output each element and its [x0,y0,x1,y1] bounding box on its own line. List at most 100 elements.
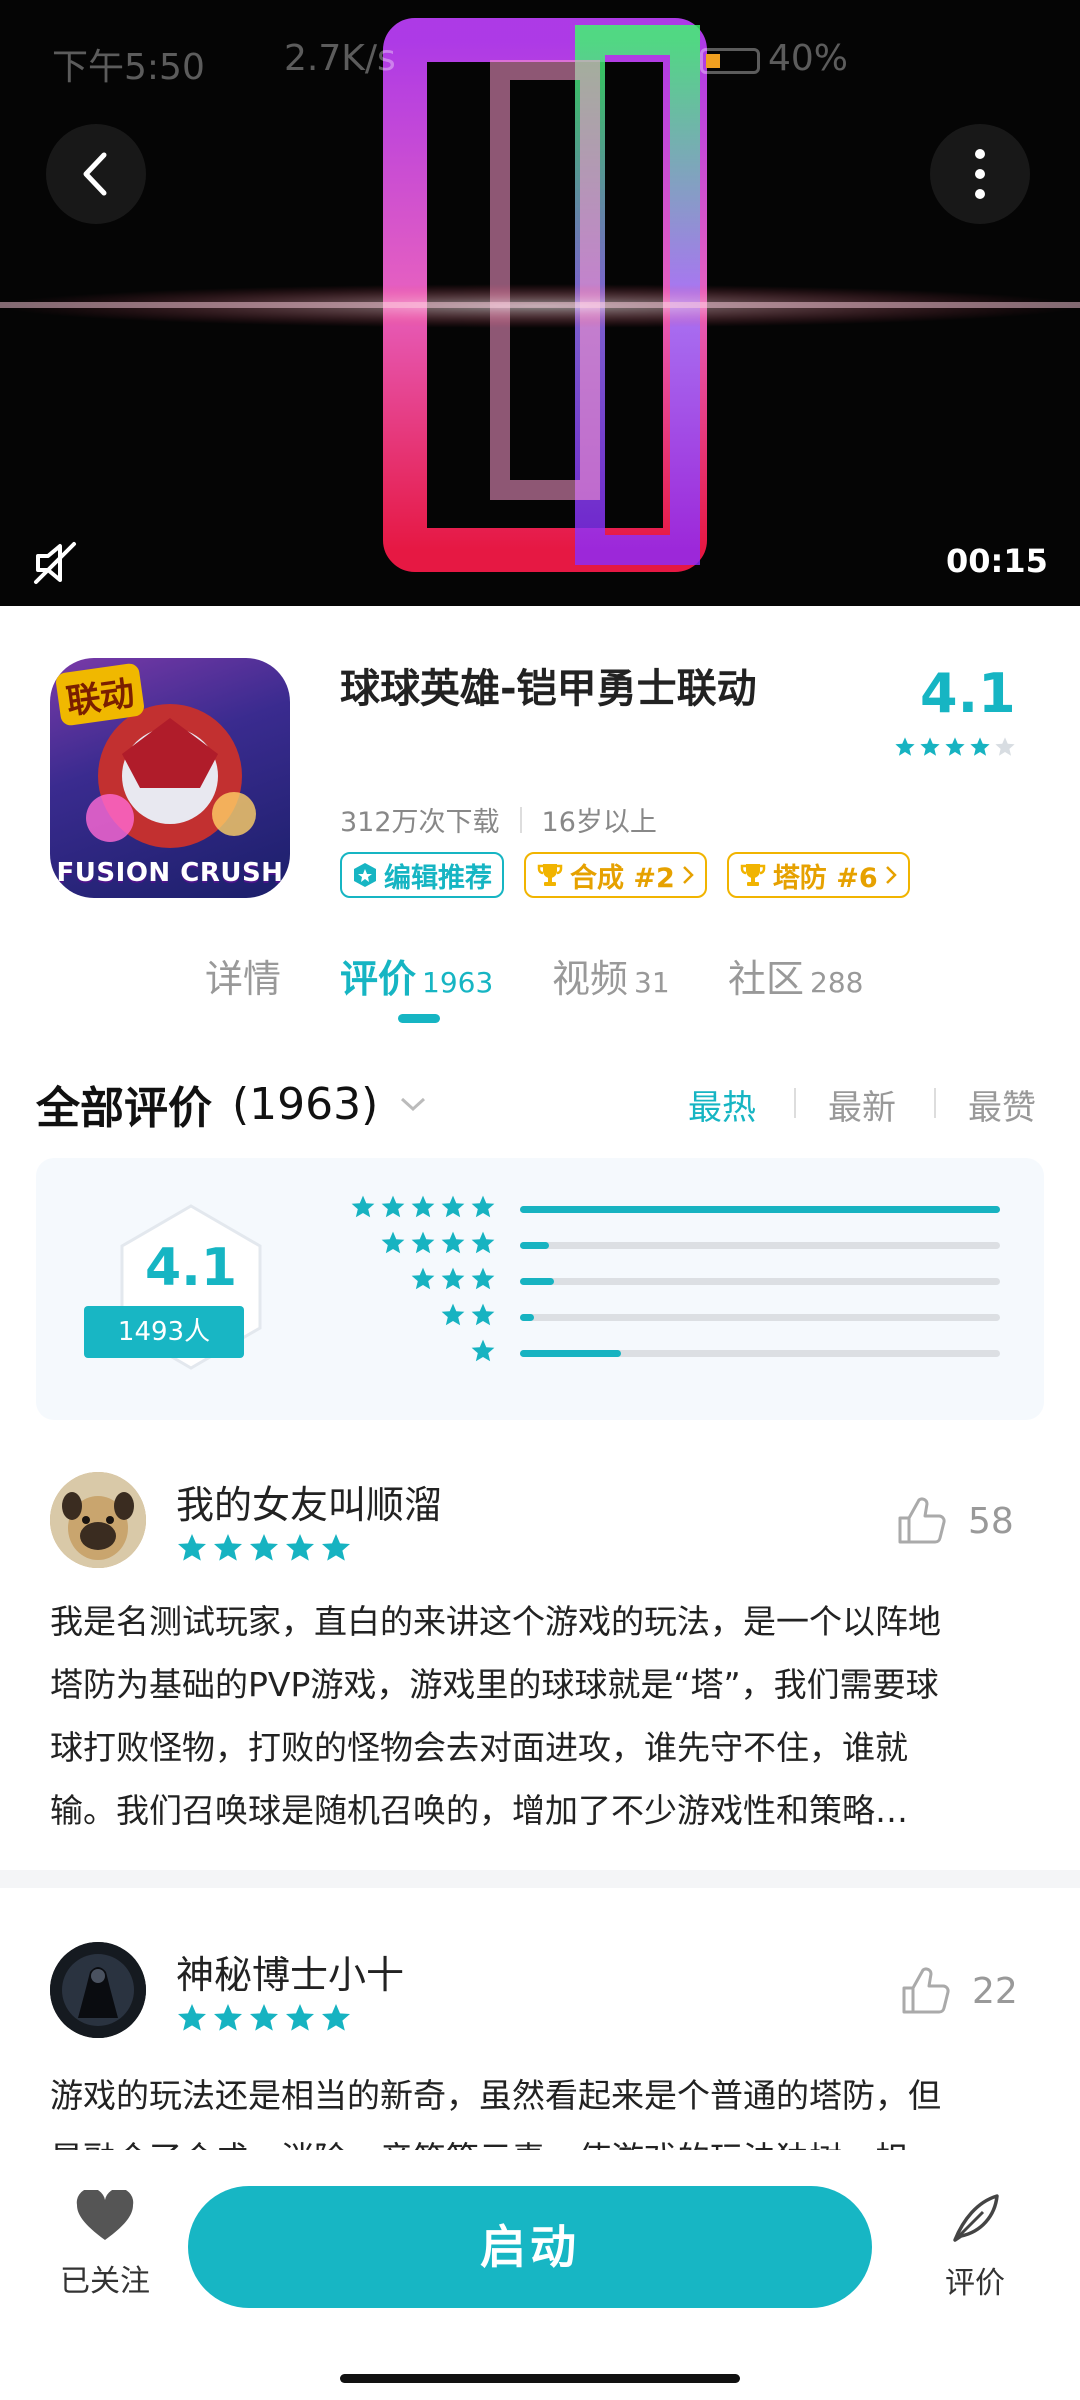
like-button[interactable]: 22 [898,1964,1018,2018]
follow-label: 已关注 [60,2264,150,2299]
tab-community[interactable]: 社区 288 [728,948,863,1003]
distribution-track [520,1242,1000,1249]
back-button[interactable] [46,124,146,224]
status-time: 下午5:50 [52,47,205,88]
star-icon [178,2004,206,2031]
review-username[interactable]: 神秘博士小十 [176,1944,404,1999]
distribution-row [36,1338,1044,1368]
distribution-track [520,1350,1000,1357]
status-battery: 40% [768,38,849,79]
tag-label: 合成 #2 [570,862,675,894]
tag-label: 编辑推荐 [384,862,492,894]
star-icon [214,2004,242,2031]
star-icon [441,1267,465,1290]
download-count: 312万次下载 [340,807,500,838]
star-icon [322,1534,350,1561]
sort-divider [794,1088,796,1118]
app-meta: 312万次下载 16岁以上 [340,800,657,839]
review-line: 塔防为基础的PVP游戏，游戏里的球球就是“塔”，我们需要球 [50,1665,939,1704]
bottom-action-bar: 已关注 启动 评价 [0,2150,1080,2400]
rate-label: 评价 [945,2266,1005,2301]
rating-summary: 4.1 1493人 [36,1158,1044,1420]
app-title: 球球英雄-铠甲勇士联动 [340,666,757,712]
mute-button[interactable] [28,536,82,590]
thumbs-up-icon [898,1497,946,1544]
tag-rank-merge[interactable]: 合成 #2 [524,852,707,898]
sort-hottest[interactable]: 最热 [688,1080,756,1129]
more-vertical-icon [975,149,985,199]
like-button[interactable]: 58 [894,1494,1014,1548]
star-icon [381,1195,405,1218]
star-icon [411,1231,435,1254]
trophy-icon [740,864,766,886]
video-player[interactable]: 下午5:50 2.7K/s 40% 00:15 [0,0,1080,606]
home-indicator[interactable] [340,2374,740,2383]
review-line: 我是名测试玩家，直白的来讲这个游戏的玩法，是一个以阵地 [50,1602,941,1641]
distribution-stars [380,1230,496,1256]
distribution-stars [410,1266,496,1292]
star-icon [471,1339,495,1362]
review-username[interactable]: 我的女友叫顺溜 [176,1474,442,1529]
star-icon [178,1534,206,1561]
review-line: 输。我们召唤球是随机召唤的，增加了不少游戏性和策略… [50,1791,908,1830]
battery-icon [700,48,760,74]
star-icon [286,1534,314,1561]
editor-badge-icon [354,863,376,887]
avatar[interactable] [50,1942,146,2038]
star-icon [322,2004,350,2031]
sort-most-liked[interactable]: 最赞 [968,1080,1036,1129]
distribution-track [520,1206,1000,1213]
tab-label: 社区 [728,957,805,1001]
star-icon [471,1303,495,1326]
chevron-right-icon [682,866,694,884]
star-icon [351,1195,375,1218]
star-icon [471,1267,495,1290]
tab-count: 288 [810,966,864,999]
reviews-filter-dropdown[interactable]: 全部评价 (1963) [36,1072,428,1136]
review-line: 游戏的玩法还是相当的新奇，虽然看起来是个普通的塔防，但 [50,2076,941,2115]
feather-pen-icon [953,2194,999,2242]
status-bar: 下午5:50 2.7K/s 40% [0,38,1080,88]
app-tags: 编辑推荐 合成 #2 塔防 #6 [340,852,910,898]
star-icon [471,1231,495,1254]
review-text[interactable]: 我是名测试玩家，直白的来讲这个游戏的玩法，是一个以阵地 塔防为基础的PVP游戏，… [50,1590,1040,1842]
rate-button[interactable]: 评价 [920,2190,1030,2302]
age-rating: 16岁以上 [541,807,657,838]
star-icon [441,1231,465,1254]
star-empty-icon [995,737,1015,756]
review-line: 球打败怪物，打败的怪物会去对面进攻，谁先守不住，谁就 [50,1728,908,1767]
more-button[interactable] [930,124,1030,224]
like-count: 22 [972,1970,1018,2012]
distribution-row [36,1230,1044,1260]
avatar[interactable] [50,1472,146,1568]
reviews-count: (1963) [232,1078,379,1130]
app-rating-stars [894,736,1016,762]
distribution-fill [520,1206,1000,1213]
tag-editor-pick[interactable]: 编辑推荐 [340,852,504,898]
distribution-stars [440,1302,496,1328]
distribution-row [36,1302,1044,1332]
tab-videos[interactable]: 视频 31 [552,948,670,1003]
star-icon [920,737,940,756]
video-frame [0,18,1080,572]
status-speed: 2.7K/s [284,38,396,79]
tab-count: 1963 [422,966,494,999]
app-icon: 联动 FUSION CRUSH [50,658,290,898]
tab-reviews[interactable]: 评价 1963 [340,948,493,1003]
video-duration: 00:15 [946,542,1048,580]
distribution-stars [470,1338,496,1364]
follow-button[interactable]: 已关注 [50,2188,160,2300]
tag-rank-towerdefense[interactable]: 塔防 #6 [726,852,910,898]
mute-icon [34,542,76,584]
like-count: 58 [968,1500,1014,1542]
tab-details[interactable]: 详情 [205,948,281,1003]
star-icon [970,737,990,756]
sort-newest[interactable]: 最新 [828,1080,896,1129]
star-icon [441,1303,465,1326]
launch-button[interactable]: 启动 [188,2186,872,2308]
tab-bar: 详情 评价 1963 视频 31 社区 288 [0,948,1080,1028]
distribution-row [36,1194,1044,1224]
distribution-fill [520,1242,549,1249]
avatar-image [50,1472,146,1568]
section-divider [0,1870,1080,1888]
